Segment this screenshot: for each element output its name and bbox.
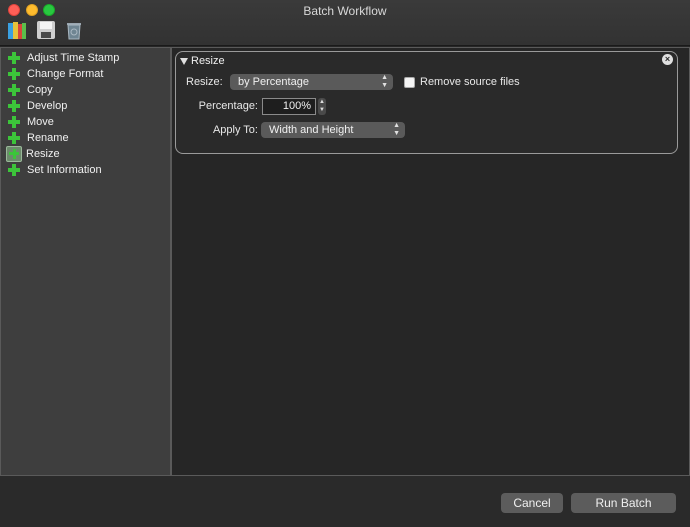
percentage-label: Percentage: <box>198 100 258 112</box>
apply-to-value: Width and Height <box>269 124 354 136</box>
sidebar-item-label: Change Format <box>27 68 104 80</box>
task-sidebar: Adjust Time Stamp Change Format Copy Dev… <box>0 47 171 476</box>
plus-icon <box>7 83 21 97</box>
trash-icon[interactable] <box>63 19 85 41</box>
sidebar-item-copy[interactable]: Copy <box>5 82 53 98</box>
remove-source-checkbox[interactable] <box>404 77 415 88</box>
close-icon[interactable]: × <box>662 54 673 65</box>
plus-icon <box>7 131 21 145</box>
sidebar-item-label: Rename <box>27 132 69 144</box>
resize-mode-value: by Percentage <box>238 76 309 88</box>
batch-workflow-window: Batch Workflow Adjust Time Stamp Change … <box>0 0 690 527</box>
sidebar-item-develop[interactable]: Develop <box>5 98 67 114</box>
sidebar-item-label: Copy <box>27 84 53 96</box>
resize-icon <box>6 146 22 162</box>
sidebar-item-label: Adjust Time Stamp <box>27 52 120 64</box>
apply-to-label: Apply To: <box>212 124 258 136</box>
resize-label: Resize: <box>186 76 223 88</box>
sidebar-item-move[interactable]: Move <box>5 114 54 130</box>
cancel-button[interactable]: Cancel <box>501 493 563 513</box>
sidebar-item-change-format[interactable]: Change Format <box>5 66 103 82</box>
run-batch-button[interactable]: Run Batch <box>571 493 676 513</box>
resize-mode-select[interactable]: by Percentage ▲ ▼ <box>230 74 393 90</box>
plus-icon <box>7 99 21 113</box>
plus-icon <box>7 163 21 177</box>
title-bar: Batch Workflow <box>0 0 690 46</box>
plus-icon <box>7 67 21 81</box>
sidebar-item-label: Develop <box>27 100 68 112</box>
sidebar-item-adjust-time-stamp[interactable]: Adjust Time Stamp <box>5 50 119 66</box>
window-title: Batch Workflow <box>303 4 387 18</box>
disclosure-triangle-icon[interactable] <box>180 57 188 65</box>
sidebar-item-label: Resize <box>26 148 60 160</box>
bottom-bar: Cancel Run Batch <box>0 476 690 527</box>
percentage-input[interactable]: 100% <box>262 98 316 115</box>
apply-to-select[interactable]: Width and Height ▲ ▼ <box>261 122 405 138</box>
sidebar-item-label: Move <box>27 116 54 128</box>
sidebar-item-label: Set Information <box>27 164 102 176</box>
percentage-stepper[interactable]: ▲ ▼ <box>318 98 326 115</box>
sidebar-item-set-information[interactable]: Set Information <box>5 162 102 178</box>
remove-source-label: Remove source files <box>420 76 520 88</box>
select-arrows-icon: ▲ ▼ <box>393 122 400 137</box>
plus-icon <box>7 115 21 129</box>
sidebar-item-resize[interactable]: Resize <box>5 146 60 162</box>
select-arrows-icon: ▲ ▼ <box>381 74 388 89</box>
panel-header[interactable]: Resize <box>180 55 225 67</box>
panel-title: Resize <box>191 55 225 67</box>
books-icon[interactable] <box>6 19 28 41</box>
resize-panel: Resize × Resize: by Percentage ▲ ▼ Remove… <box>175 51 678 154</box>
sidebar-item-rename[interactable]: Rename <box>5 130 69 146</box>
save-icon[interactable] <box>35 19 57 41</box>
workflow-area: Resize × Resize: by Percentage ▲ ▼ Remove… <box>171 47 690 476</box>
plus-icon <box>7 51 21 65</box>
